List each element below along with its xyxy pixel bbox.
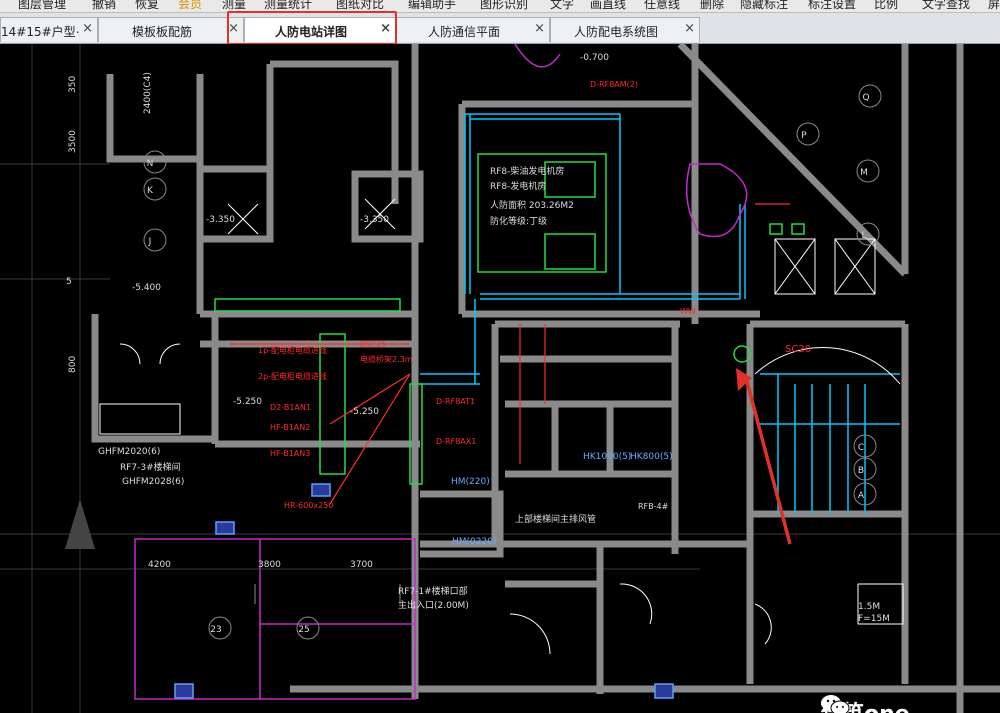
- red-label-d2-b1an1: D2-B1AN1: [270, 403, 311, 412]
- grid-label-23: 23: [210, 625, 221, 635]
- grid-label-k: K: [147, 186, 154, 196]
- grid-lines: [0, 44, 1000, 713]
- cad-text-labels: N K J Q P M L 23 25 C B A 350 2400(C4) 3…: [66, 53, 890, 635]
- label-1-5m: 1.5M: [858, 602, 880, 612]
- menu-drawing-compare[interactable]: 图纸对比: [336, 0, 384, 12]
- label-hk1000: HK1000(5): [583, 452, 631, 462]
- wechat-icon: [821, 695, 850, 713]
- dim-3700: 3700: [350, 560, 373, 570]
- level-5250-a: -5.250: [233, 397, 262, 407]
- menu-free-line[interactable]: 任意线: [644, 0, 680, 12]
- menu-screen[interactable]: 屏: [988, 0, 1000, 12]
- grid-label-a: A: [858, 491, 865, 501]
- label-rf7-1-stair-entry: RF7-1#楼梯口部: [398, 585, 468, 597]
- red-label-d-rf8at1: D-RF8AT1: [436, 397, 475, 406]
- menu-hide-annotation[interactable]: 隐藏标注: [740, 0, 788, 12]
- close-icon[interactable]: ×: [82, 21, 93, 36]
- grid-label-q: Q: [862, 93, 869, 103]
- red-label-hf-b1an2: HF-B1AN2: [270, 423, 310, 432]
- red-label-hf-b1an3: HF-B1AN3: [270, 449, 310, 458]
- dim-3500: 3500: [68, 130, 78, 153]
- menu-redo[interactable]: 恢复: [135, 0, 159, 12]
- menu-text[interactable]: 文字: [550, 0, 574, 12]
- label-main-entrance: 主出入口(2.00M): [398, 599, 469, 611]
- red-label-bsc25: BSC25: [360, 340, 386, 349]
- menu-measure[interactable]: 测量: [222, 0, 246, 12]
- close-icon[interactable]: ×: [228, 21, 239, 36]
- grid-label-b: B: [858, 466, 864, 476]
- label-rf8-generator-room: RF8-发电机房: [490, 180, 546, 192]
- red-label-hr-600x250: HR-600x250: [284, 501, 333, 510]
- label-upper-stair-exhaust: 上部楼梯间主排风管: [515, 513, 596, 525]
- menu-delete[interactable]: 删除: [700, 0, 724, 12]
- label-civil-defense-area: 人防面积 203.26M2: [490, 199, 574, 211]
- label-rf8-diesel-room: RF8-柴油发电机房: [490, 165, 564, 177]
- tab-14-15-unit[interactable]: 14#15#户型⋯ ×: [0, 17, 98, 42]
- north-arrow: [65, 499, 95, 549]
- label-f15m: F=15M: [858, 614, 890, 624]
- walls: [91, 44, 1000, 713]
- label-rf7-3-stair: RF7-3#楼梯间: [120, 461, 181, 473]
- tab-civil-defense-station-detail[interactable]: 人防电站详图 ×: [244, 17, 396, 42]
- red-label-sc20: SC20: [785, 344, 811, 355]
- grid-label-l: L: [861, 231, 866, 241]
- red-label-d-rf8ax1: D-RF8AX1: [436, 437, 476, 446]
- label-protection-grade: 防化等级:丁级: [490, 215, 547, 227]
- menu-measure-stats[interactable]: 测量统计: [264, 0, 312, 12]
- label-hm0220: HM(0220): [452, 537, 496, 547]
- level-0700: -0.700: [580, 53, 609, 63]
- tab-civil-defense-power-system[interactable]: 人防配电系统图 ×: [550, 17, 700, 42]
- document-tab-bar: 14#15#户型⋯ × 模板板配筋 × 人防电站详图 × 人防通信平面 × 人防…: [0, 13, 1000, 44]
- red-label-2p-cable: 2p-配电柜电缆进线: [258, 371, 327, 381]
- dim-3800: 3800: [258, 560, 281, 570]
- close-icon[interactable]: ×: [380, 21, 391, 36]
- dim-800: 800: [68, 356, 78, 373]
- label-hm220: HM(220): [451, 477, 490, 487]
- menu-draw-line[interactable]: 画直线: [590, 0, 626, 12]
- level-5250-b: -5.250: [350, 407, 379, 417]
- label-ghfm2028: GHFM2028(6): [122, 477, 184, 487]
- grid-label-25: 25: [298, 625, 309, 635]
- close-icon[interactable]: ×: [534, 21, 545, 36]
- menu-bar: 图层管理 撤销 恢复 会员 测量 测量统计 图纸对比 编辑助手 图形识别 文字 …: [0, 0, 1000, 13]
- grid-label-m: M: [860, 168, 868, 178]
- dim-4200: 4200: [148, 560, 171, 570]
- grid-label-c: C: [858, 443, 864, 453]
- annotation-arrow: [736, 368, 792, 545]
- tab-civil-defense-comm-plan[interactable]: 人防通信平面 ×: [396, 17, 550, 42]
- dim-5: 5: [66, 277, 72, 287]
- tab-formwork-reinforcement[interactable]: 模板板配筋 ×: [98, 17, 244, 42]
- level-3350-b: -3.350: [360, 215, 389, 225]
- level-3350-a: -3.350: [206, 215, 235, 225]
- white-details: [99, 198, 904, 655]
- watermark: 建筑one: [820, 692, 910, 713]
- menu-edit-assistant[interactable]: 编辑助手: [408, 0, 456, 12]
- cad-dimension-ticks: [254, 584, 401, 604]
- red-label-1p-cable: 1p-配电柜电缆进线: [258, 345, 327, 355]
- menu-vip[interactable]: 会员: [178, 0, 202, 12]
- grid-label-n: N: [147, 159, 154, 169]
- close-icon[interactable]: ×: [684, 21, 695, 36]
- dim-2400: 2400(C4): [143, 72, 153, 114]
- label-hk800: HK800(5): [630, 452, 673, 462]
- level-5400: -5.400: [132, 283, 161, 293]
- menu-layer-manage[interactable]: 图层管理: [18, 0, 66, 12]
- red-label-ww: WW: [680, 307, 696, 316]
- menu-scale[interactable]: 比例: [874, 0, 898, 12]
- menu-undo[interactable]: 撤销: [92, 0, 116, 12]
- red-label-rfb-4: RFB-4#: [638, 502, 669, 511]
- grid-label-p: P: [801, 131, 807, 141]
- red-label-cable-tray: 电缆桥架2.3m: [360, 354, 413, 364]
- menu-shape-recognize[interactable]: 图形识别: [480, 0, 528, 12]
- cad-drawing-canvas[interactable]: N K J Q P M L 23 25 C B A 350 2400(C4) 3…: [0, 44, 1000, 713]
- label-ghfm2020: GHFM2020(6): [98, 447, 160, 457]
- dim-350: 350: [68, 76, 78, 93]
- grid-label-j: J: [148, 237, 152, 247]
- menu-text-search[interactable]: 文字查找: [922, 0, 970, 12]
- red-label-d-rf8am: D-RF8AM(2): [590, 80, 638, 89]
- menu-annotation-settings[interactable]: 标注设置: [808, 0, 856, 12]
- cad-drawing: N K J Q P M L 23 25 C B A 350 2400(C4) 3…: [0, 44, 1000, 713]
